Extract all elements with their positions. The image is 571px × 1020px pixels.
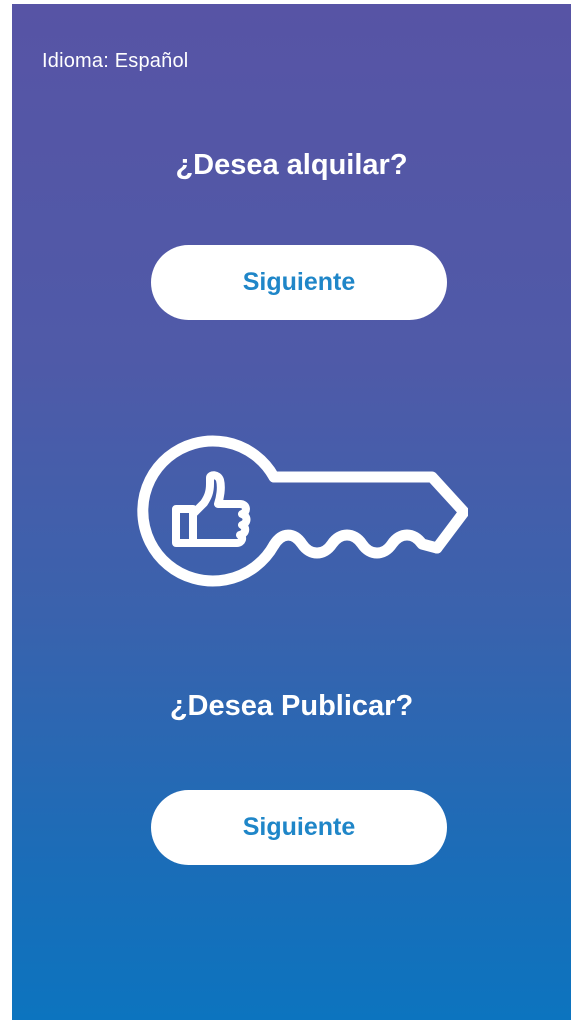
language-selector[interactable]: Idioma: Español [42, 50, 188, 73]
rent-question: ¿Desea alquilar? [175, 149, 408, 181]
key-with-thumbs-up-icon [137, 435, 468, 587]
app-screen: Idioma: Español ¿Desea alquilar? Siguien… [12, 4, 571, 1020]
publish-question: ¿Desea Publicar? [169, 690, 414, 722]
rent-next-button[interactable]: Siguiente [151, 245, 447, 320]
publish-next-button[interactable]: Siguiente [151, 790, 447, 865]
